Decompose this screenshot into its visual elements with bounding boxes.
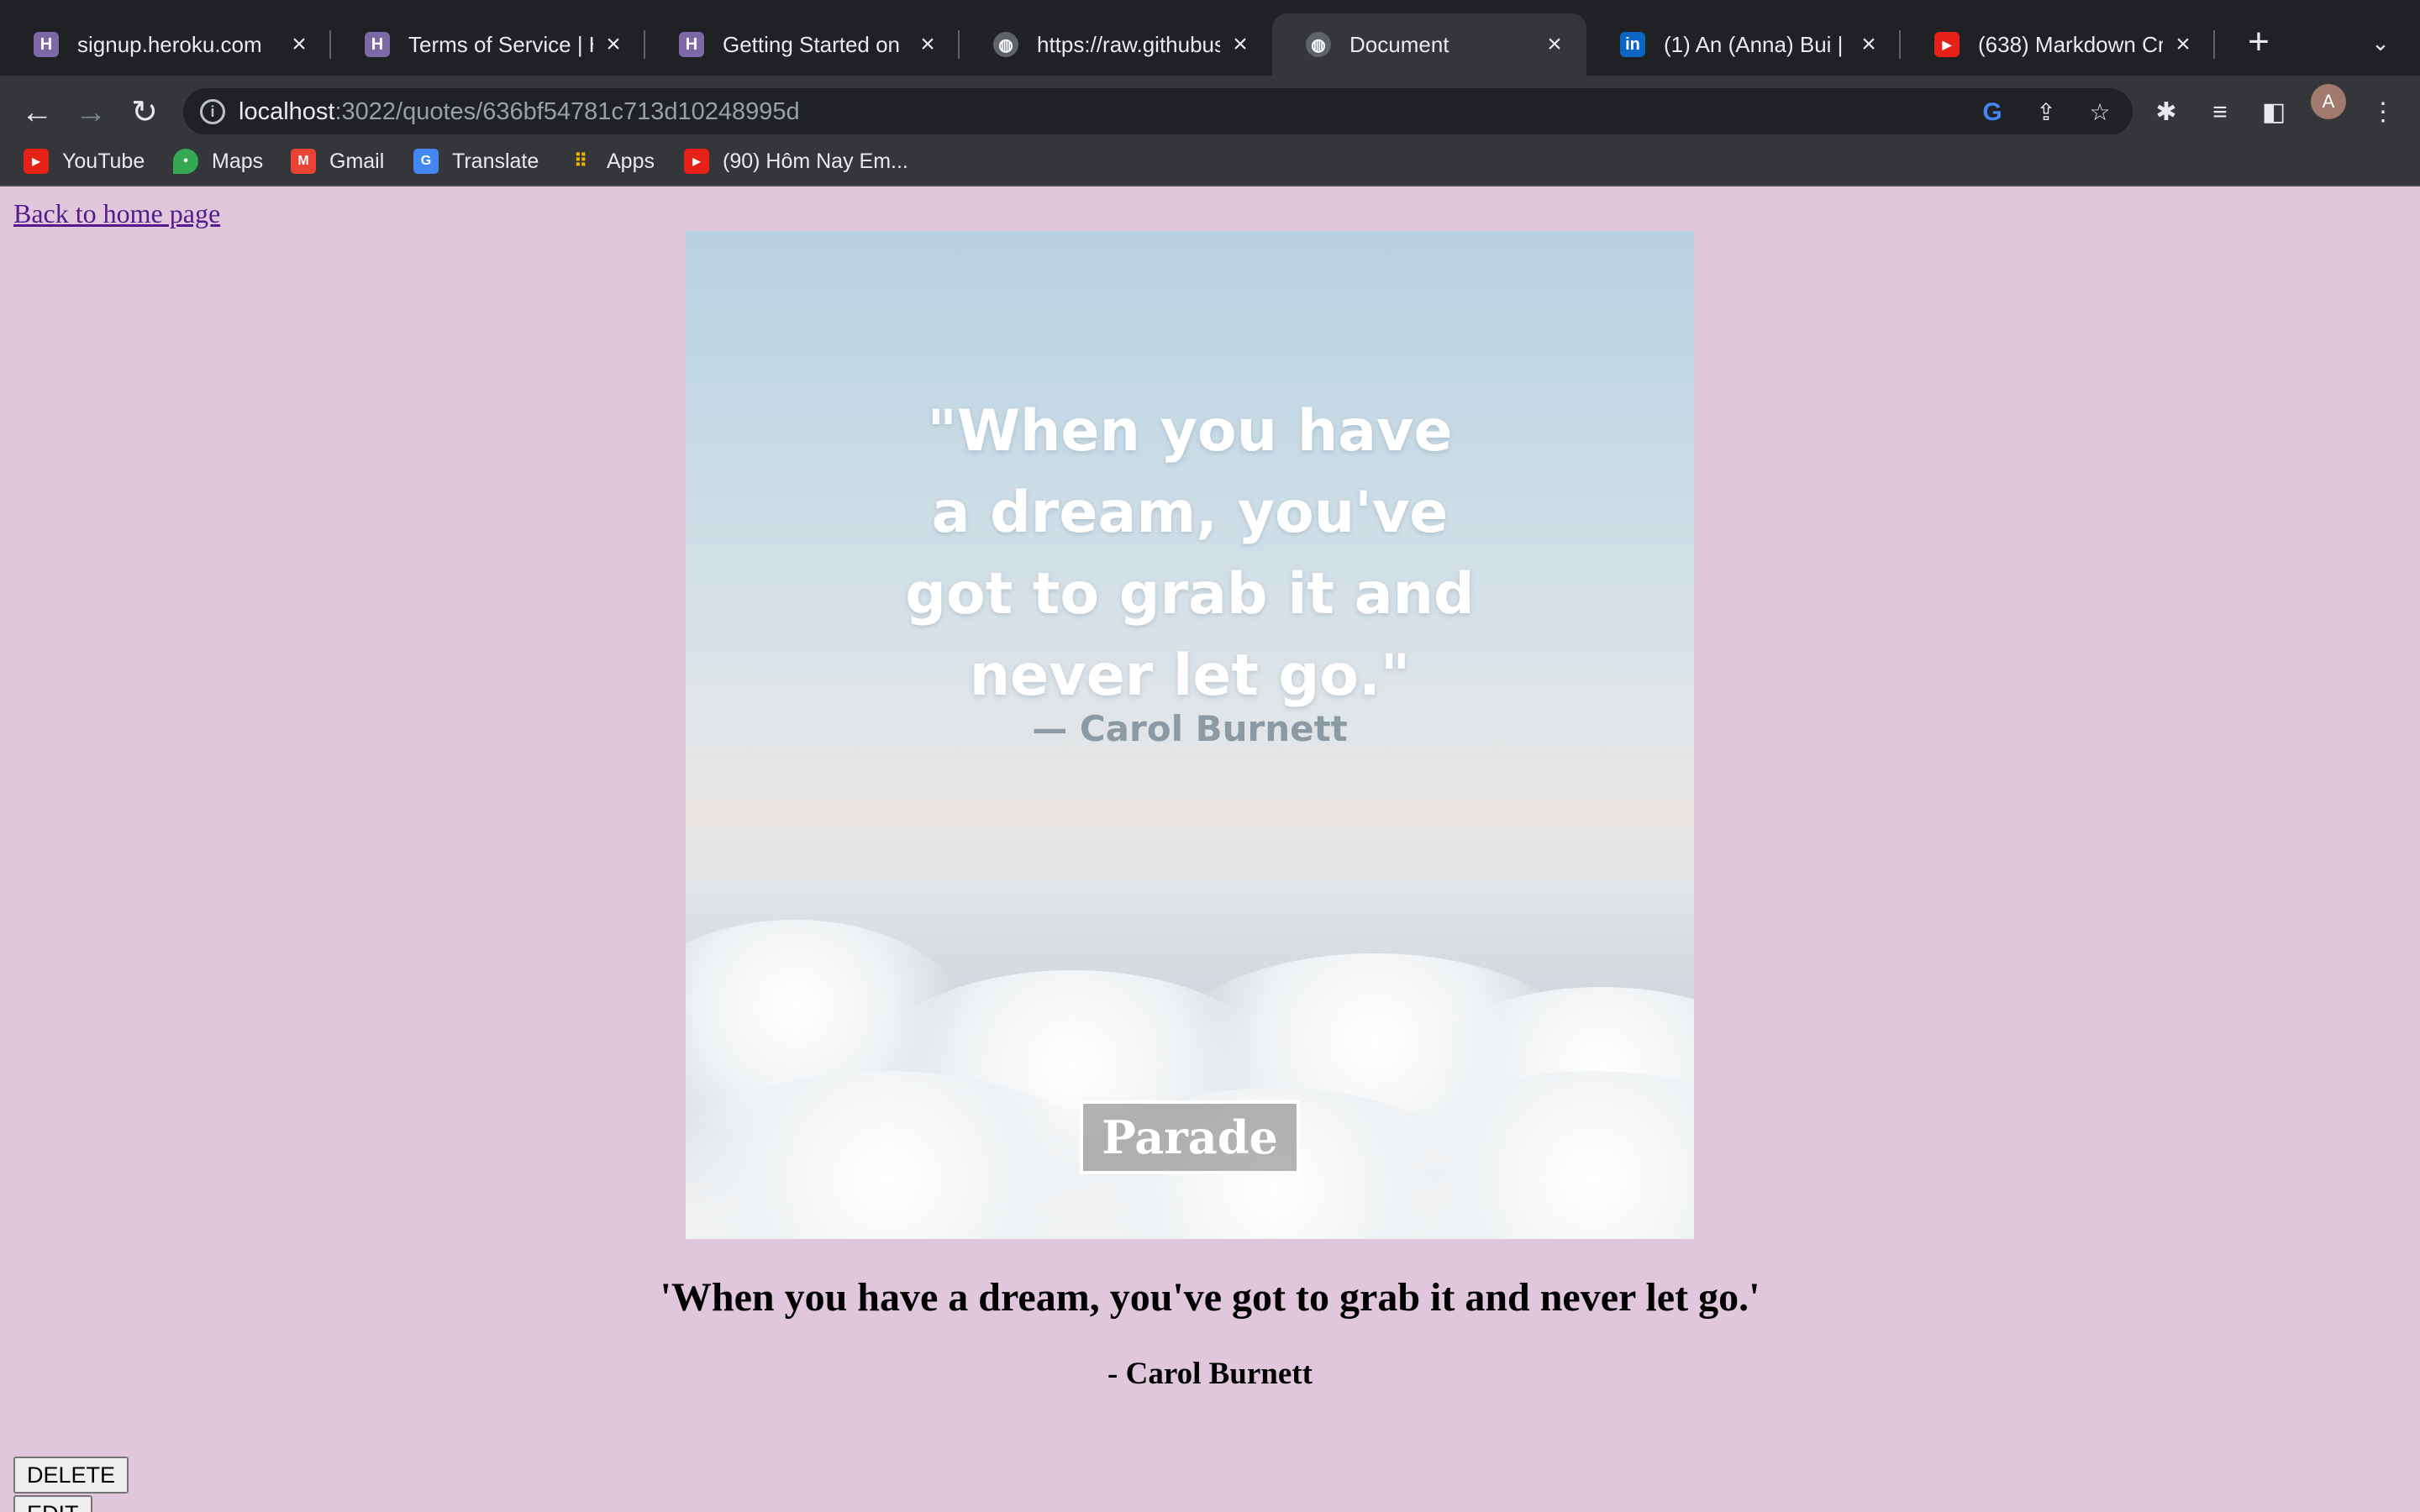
- tab-getting-started-heroku[interactable]: H Getting Started on Heroku ×: [645, 13, 960, 76]
- youtube-icon: ▶: [24, 149, 49, 174]
- tab-youtube-markdown[interactable]: ▶ (638) Markdown Crash Course ×: [1901, 13, 2215, 76]
- image-quote-line: never let go.": [969, 643, 1411, 709]
- tab-terms-heroku[interactable]: H Terms of Service | Heroku ×: [331, 13, 645, 76]
- heroku-icon: H: [365, 32, 390, 57]
- tab-raw-github[interactable]: ◍ https://raw.githubusercontent.com ×: [960, 13, 1272, 76]
- address-url[interactable]: localhost:3022/quotes/636bf54781c713d102…: [239, 98, 800, 126]
- back-arrow-icon[interactable]: ←: [12, 87, 62, 138]
- image-quote-text: "When you have a dream, you've got to gr…: [686, 391, 1694, 717]
- heroku-icon: H: [34, 32, 59, 57]
- close-icon[interactable]: ×: [1857, 30, 1881, 59]
- tab-search-chevron-icon[interactable]: ⌄: [2360, 22, 2402, 64]
- tab-title: Document: [1349, 31, 1449, 57]
- close-icon[interactable]: ×: [1228, 30, 1252, 59]
- linkedin-icon: in: [1620, 32, 1645, 57]
- tab-title: Getting Started on Heroku: [723, 31, 908, 57]
- extensions-puzzle-icon[interactable]: ✱: [2149, 96, 2183, 129]
- bookmark-translate[interactable]: G Translate: [413, 144, 539, 178]
- side-panel-icon[interactable]: ◧: [2257, 96, 2291, 129]
- bookmark-label: Translate: [452, 149, 539, 173]
- tab-linkedin[interactable]: in (1) An (Anna) Bui | LinkedIn ×: [1586, 13, 1901, 76]
- delete-button[interactable]: DELETE: [13, 1457, 129, 1494]
- youtube-icon: ▶: [1934, 32, 1960, 57]
- quote-author: - Carol Burnett: [1107, 1357, 1313, 1391]
- bookmark-label: YouTube: [62, 149, 145, 173]
- translate-icon: G: [413, 149, 439, 174]
- heroku-icon: H: [679, 32, 704, 57]
- close-icon[interactable]: ×: [916, 30, 939, 59]
- tab-title: (1) An (Anna) Bui | LinkedIn: [1664, 31, 1849, 57]
- tab-strip: H signup.heroku.com × H Terms of Service…: [0, 0, 2420, 76]
- close-icon[interactable]: ×: [1543, 30, 1566, 59]
- tab-title: (638) Markdown Crash Course: [1978, 31, 2163, 57]
- globe-icon: ◍: [993, 32, 1018, 57]
- close-icon[interactable]: ×: [2171, 30, 2195, 59]
- bookmark-youtube[interactable]: ▶ YouTube: [24, 144, 145, 178]
- tab-title: https://raw.githubusercontent.com: [1037, 31, 1220, 57]
- tab-title: signup.heroku.com: [77, 31, 262, 57]
- back-to-home-link[interactable]: Back to home page: [13, 198, 220, 229]
- bookmark-label: Gmail: [329, 149, 385, 173]
- youtube-icon: ▶: [684, 149, 709, 174]
- reload-icon[interactable]: ↻: [119, 87, 170, 138]
- close-icon[interactable]: ×: [602, 30, 625, 59]
- page-content: Back to home page "When you have a dream…: [0, 186, 2420, 1512]
- parade-logo: Parade: [1080, 1100, 1300, 1174]
- close-icon[interactable]: ×: [287, 30, 311, 59]
- bookmark-gmail[interactable]: M Gmail: [291, 144, 384, 178]
- tab-signup-heroku[interactable]: H signup.heroku.com ×: [0, 13, 331, 76]
- tab-document[interactable]: ◍ Document ×: [1272, 13, 1586, 76]
- bookmarks-bar: ▶ YouTube • Maps M Gmail G Translate ⠿ A…: [0, 134, 2420, 186]
- url-host: localhost: [239, 98, 335, 125]
- edit-button[interactable]: EDIT: [13, 1495, 92, 1512]
- profile-avatar[interactable]: A: [2311, 84, 2346, 119]
- menu-kebab-icon[interactable]: ⋮: [2366, 96, 2400, 129]
- media-queue-icon[interactable]: ≡: [2203, 96, 2237, 129]
- address-bar[interactable]: i localhost:3022/quotes/636bf54781c713d1…: [183, 88, 2133, 135]
- bookmark-label: (90) Hôm Nay Em...: [723, 149, 908, 173]
- image-quote-line: got to grab it and: [905, 561, 1475, 627]
- image-quote-line: "When you have: [927, 398, 1453, 465]
- image-quote-author: — Carol Burnett: [1032, 708, 1348, 749]
- gmail-icon: M: [291, 149, 316, 174]
- bookmark-apps[interactable]: ⠿ Apps: [568, 144, 655, 178]
- google-lens-icon[interactable]: G: [1978, 98, 2007, 127]
- bookmark-label: Maps: [212, 149, 264, 173]
- globe-icon: ◍: [1306, 32, 1331, 57]
- tab-title: Terms of Service | Heroku: [408, 31, 593, 57]
- tab-divider: [2213, 30, 2215, 59]
- bookmark-star-icon[interactable]: ☆: [2086, 98, 2114, 127]
- share-icon[interactable]: ⇪: [2032, 98, 2060, 127]
- quote-image: "When you have a dream, you've got to gr…: [686, 231, 1694, 1239]
- apps-grid-icon: ⠿: [573, 150, 588, 171]
- image-quote-line: a dream, you've: [931, 480, 1449, 546]
- new-tab-button[interactable]: +: [2235, 18, 2282, 66]
- bookmark-youtube-hom-nay-em[interactable]: ▶ (90) Hôm Nay Em...: [684, 144, 908, 178]
- quote-text: 'When you have a dream, you've got to gr…: [660, 1275, 1760, 1320]
- maps-icon: •: [173, 149, 198, 174]
- bookmark-maps[interactable]: • Maps: [173, 144, 263, 178]
- url-path: :3022/quotes/636bf54781c713d10248995d: [334, 98, 800, 125]
- site-info-icon[interactable]: i: [200, 99, 225, 124]
- bookmark-label: Apps: [607, 149, 655, 173]
- forward-arrow-icon[interactable]: →: [66, 87, 116, 138]
